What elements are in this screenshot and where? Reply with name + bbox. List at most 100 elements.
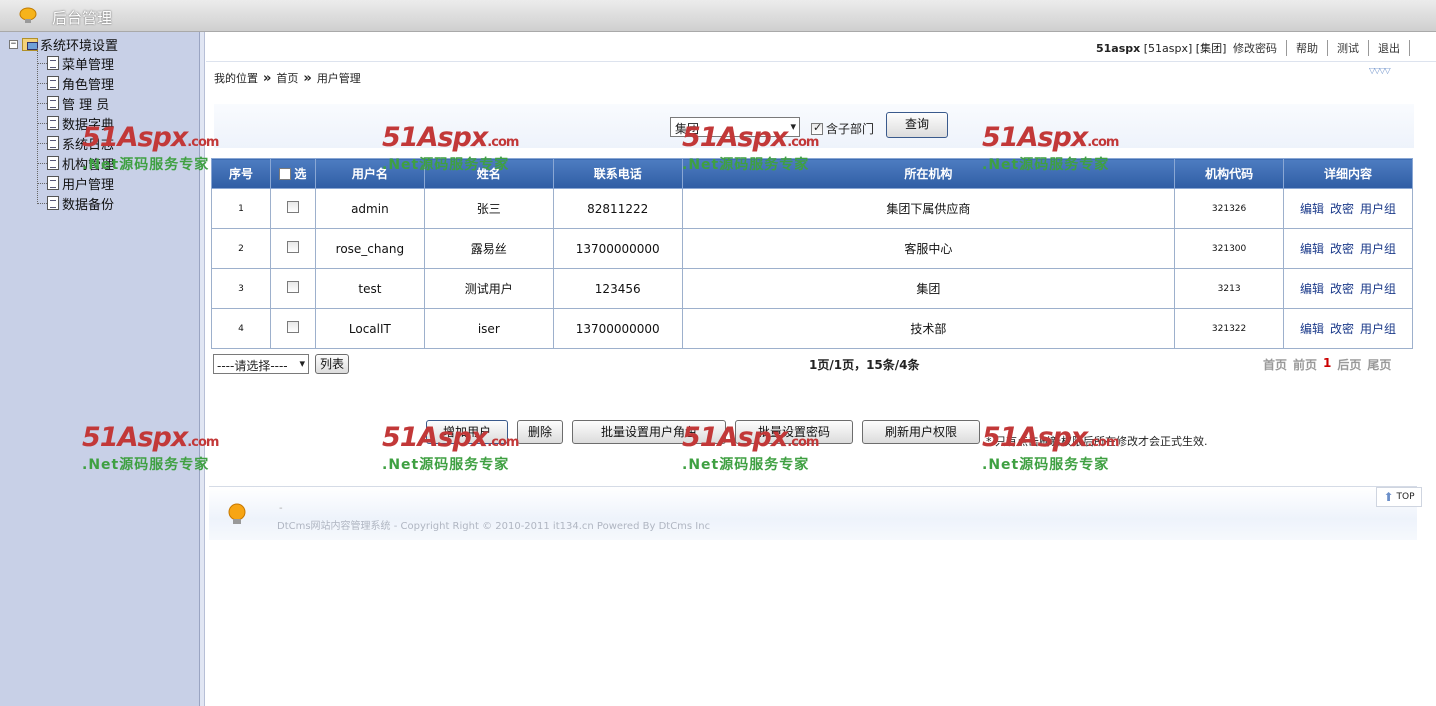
up-arrow-icon: ⬆ <box>1383 490 1394 504</box>
breadcrumb-current: 用户管理 <box>316 72 361 85</box>
sidebar-item-label: 管 理 员 <box>62 97 110 113</box>
cell-actions: 编辑 改密 用户组 <box>1283 308 1413 349</box>
select-all-checkbox[interactable] <box>279 167 292 180</box>
row-checkbox[interactable] <box>286 281 299 293</box>
action-tip: * 只有点击刷新权限后所在修改才会正式生效. <box>986 435 1208 448</box>
col-header-username: 用户名 <box>314 158 425 189</box>
table-row: 4 LocalIT iser 13700000000 技术部 321322 编辑… <box>211 308 1413 349</box>
sidebar-item-dictionary[interactable]: 数据字典 <box>37 114 115 133</box>
top-links: 修改密码 帮助 测试 退出 <box>1224 40 1410 56</box>
document-icon <box>47 56 59 70</box>
cell-no: 4 <box>211 308 271 349</box>
sidebar-item-label: 系统日志 <box>62 137 115 153</box>
sidebar-item-roles[interactable]: 角色管理 <box>37 74 115 93</box>
cell-org: 集团下属供应商 <box>681 188 1176 229</box>
query-bar: 集团 含子部门 查询 <box>214 104 1414 148</box>
tree-root[interactable]: − 系统环境设置 <box>9 36 119 54</box>
include-sub-option[interactable]: 含子部门 <box>811 120 874 137</box>
col-header-select: 选 <box>269 158 316 189</box>
pager: ----请选择---- 列表 1页/1页，15条/4条 首页 前页 1 后页 尾… <box>211 352 1413 376</box>
table-row: 1 admin 张三 82811222 集团下属供应商 321326 编辑 改密用… <box>211 188 1413 229</box>
user-group-link[interactable]: 用户组 <box>1360 282 1396 296</box>
cell-code: 321326 <box>1174 188 1285 229</box>
cell-select <box>269 268 316 309</box>
sidebar-item-users[interactable]: 用户管理 <box>37 174 114 193</box>
next-page-link[interactable]: 后页 <box>1337 356 1361 373</box>
document-icon <box>47 136 59 150</box>
back-to-top-button[interactable]: ⬆ TOP <box>1376 487 1422 507</box>
cell-phone: 13700000000 <box>552 308 683 349</box>
cell-username: rose_chang <box>314 228 425 269</box>
cell-no: 3 <box>211 268 271 309</box>
col-header-org: 所在机构 <box>681 158 1176 189</box>
edit-link[interactable]: 编辑 <box>1300 202 1324 216</box>
sidebar-item-label: 角色管理 <box>62 77 115 93</box>
row-checkbox[interactable] <box>286 321 299 333</box>
breadcrumb: 我的位置 » 首页 » 用户管理 <box>214 70 361 86</box>
bulb-logo-icon <box>19 7 37 23</box>
last-page-link[interactable]: 尾页 <box>1367 356 1391 373</box>
sidebar-item-logs[interactable]: 系统日志 <box>37 134 115 153</box>
help-link[interactable]: 帮助 <box>1287 40 1328 56</box>
refresh-permission-button[interactable]: 刷新用户权限 <box>862 420 980 444</box>
col-header-name: 姓名 <box>423 158 554 189</box>
cell-code: 321300 <box>1174 228 1285 269</box>
first-page-link[interactable]: 首页 <box>1263 356 1287 373</box>
add-user-button[interactable]: 增加用户 <box>426 420 508 444</box>
batch-password-button[interactable]: 批量设置密码 <box>735 420 853 444</box>
batch-role-button[interactable]: 批量设置用户角色 <box>572 420 726 444</box>
username: 51aspx <box>1096 42 1141 55</box>
list-button[interactable]: 列表 <box>315 354 349 374</box>
org-select[interactable]: 集团 <box>670 117 800 137</box>
sidebar-item-orgs[interactable]: 机构管理 <box>37 154 115 173</box>
cell-name: iser <box>423 308 554 349</box>
sidebar-item-admins[interactable]: 管 理 员 <box>37 94 110 113</box>
users-table: 序号 选 用户名 姓名 联系电话 所在机构 机构代码 详细内容 1 admin … <box>211 158 1413 349</box>
sidebar-item-label: 数据字典 <box>62 117 115 133</box>
breadcrumb-home[interactable]: 首页 <box>276 70 298 86</box>
change-password-link[interactable]: 改密 <box>1330 282 1354 296</box>
user-group-link[interactable]: 用户组 <box>1360 242 1396 256</box>
change-password-link[interactable]: 改密 <box>1330 202 1354 216</box>
prev-page-link[interactable]: 前页 <box>1293 356 1317 373</box>
table-header-row: 序号 选 用户名 姓名 联系电话 所在机构 机构代码 详细内容 <box>211 158 1413 189</box>
change-password-link[interactable]: 改密 <box>1330 242 1354 256</box>
cell-phone: 123456 <box>552 268 683 309</box>
col-header-no: 序号 <box>211 158 271 189</box>
page-nav: 首页 前页 1 后页 尾页 <box>1263 356 1391 373</box>
settings-folder-icon <box>22 37 38 51</box>
collapse-arrows-icon[interactable]: ▽▽▽▽ <box>1369 66 1391 75</box>
cell-name: 张三 <box>423 188 554 229</box>
change-password-link[interactable]: 改密 <box>1330 322 1354 336</box>
col-header-select-label: 选 <box>294 167 307 181</box>
change-password-link[interactable]: 修改密码 <box>1224 40 1287 56</box>
cell-code: 3213 <box>1174 268 1285 309</box>
cell-org: 技术部 <box>681 308 1176 349</box>
edit-link[interactable]: 编辑 <box>1300 242 1324 256</box>
row-checkbox[interactable] <box>286 241 299 253</box>
sidebar-item-backup[interactable]: 数据备份 <box>37 194 114 213</box>
footer-dash: - <box>279 503 283 514</box>
include-sub-checkbox[interactable] <box>811 121 823 135</box>
sidebar-item-menu[interactable]: 菜单管理 <box>37 54 114 73</box>
col-header-code: 机构代码 <box>1174 158 1285 189</box>
user-group-link[interactable]: 用户组 <box>1360 322 1396 336</box>
cell-name: 测试用户 <box>423 268 554 309</box>
main-content: 51aspx [51aspx] [集团] 修改密码 帮助 测试 退出 我的位置 … <box>206 32 1436 706</box>
sidebar-item-label: 机构管理 <box>62 157 115 173</box>
user-group-link[interactable]: 用户组 <box>1360 202 1396 216</box>
logout-link[interactable]: 退出 <box>1369 40 1410 56</box>
test-link[interactable]: 测试 <box>1328 40 1369 56</box>
page-size-select[interactable]: ----请选择---- <box>213 354 309 374</box>
user-info: 51aspx [51aspx] [集团] <box>1096 40 1226 56</box>
window-title: 后台管理 <box>52 9 113 27</box>
delete-button[interactable]: 删除 <box>517 420 563 444</box>
query-button[interactable]: 查询 <box>886 112 948 138</box>
row-checkbox[interactable] <box>286 201 299 213</box>
sidebar-splitter[interactable] <box>200 32 205 706</box>
edit-link[interactable]: 编辑 <box>1300 282 1324 296</box>
cell-select <box>269 228 316 269</box>
edit-link[interactable]: 编辑 <box>1300 322 1324 336</box>
tree-root-label: 系统环境设置 <box>40 38 119 54</box>
collapse-toggle-icon[interactable]: − <box>9 39 18 49</box>
